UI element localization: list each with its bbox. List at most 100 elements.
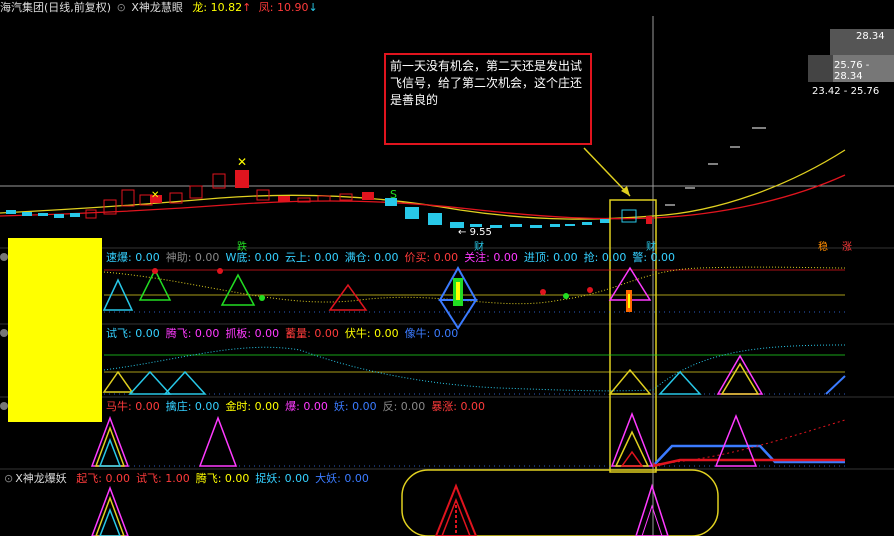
panel3-item-label: 妖: (333, 400, 349, 413)
tag-wen: 稳 (818, 242, 828, 253)
panel3-item-6: 暴涨: 0.00 (431, 400, 485, 413)
tag-zhang: 涨 (842, 242, 852, 253)
price-label-lower: 23.42 - 25.76 (812, 86, 880, 97)
panel4-item-label: 捉妖: (255, 472, 282, 485)
panel1-item-1: 神助: 0.00 (166, 251, 220, 264)
panel3-item-label: 爆: (285, 400, 300, 413)
panel1-item-value: 0.00 (310, 251, 339, 264)
panel1-item-label: 满仓: (344, 251, 371, 264)
panel3-item-value: 0.00 (299, 400, 328, 413)
panel2-item-1: 腾飞: 0.00 (166, 327, 220, 340)
panel1-item-value: 0.00 (598, 251, 627, 264)
panel1-indicator-row: 速爆: 0.00 神助: 0.00 W底: 0.00 云上: 0.00 满仓: 0.00… (106, 251, 681, 264)
panel4-item-0: 起飞: 0.00 (76, 472, 130, 485)
panel1-item-value: 0.00 (131, 251, 160, 264)
ma-line-red (0, 174, 846, 220)
price-label-mid: 25.76 - 28.34 (834, 60, 870, 82)
panel4-item-label: 试飞: (135, 472, 162, 485)
panel1-item-value: 0.00 (489, 251, 518, 264)
panel3-item-0: 马牛: 0.00 (106, 400, 160, 413)
panel4-item-value: 0.00 (221, 472, 250, 485)
panel4-item-value: 0.00 (281, 472, 310, 485)
panel4-item-label: 腾飞: (195, 472, 222, 485)
panel2-settings-icon[interactable] (0, 329, 8, 337)
panel1-item-value: 0.00 (251, 251, 280, 264)
panel2-item-label: 伏牛: (344, 327, 371, 340)
chart-header: 海汽集团(日线,前复权) ⊙ X神龙慧眼 龙: 10.82↑ 凤: 10.90↓ (0, 0, 318, 16)
panel1-item-label: W底: (225, 251, 252, 264)
panel3-item-5: 反: 0.00 (383, 400, 426, 413)
panel3-item-value: 0.00 (191, 400, 220, 413)
panel2-indicator-row: 试飞: 0.00 腾飞: 0.00 抓板: 0.00 蓄量: 0.00 伏牛: 0.00… (106, 327, 464, 340)
panel4-settings-icon[interactable]: ⊙ (4, 472, 13, 485)
indicator-name[interactable]: X神龙慧眼 (131, 1, 183, 14)
panel3-item-label: 擒庄: (165, 400, 192, 413)
phoenix-value: 10.90 (277, 1, 309, 14)
panel1-item-4: 满仓: 0.00 (345, 251, 399, 264)
panel1-item-7: 进顶: 0.00 (524, 251, 578, 264)
long-arrow: ↑ (242, 1, 252, 14)
panel2-item-label: 像牛: (404, 327, 431, 340)
panel2-item-3: 蓄量: 0.00 (285, 327, 339, 340)
panel2-item-value: 0.00 (191, 327, 220, 340)
phoenix-label: 凤: (258, 1, 274, 14)
panel2-item-value: 0.00 (370, 327, 399, 340)
panel3-item-label: 反: (382, 400, 398, 413)
panel3-item-value: 0.00 (251, 400, 280, 413)
panel1-item-5: 价买: 0.00 (404, 251, 458, 264)
panel2-item-label: 抓板: (225, 327, 252, 340)
panel4-indicator-row: ⊙ X神龙爆妖 起飞: 0.00 试飞: 1.00 腾飞: 0.00 捉妖: 0.00 大… (4, 472, 381, 485)
panel3-item-2: 金时: 0.00 (225, 400, 279, 413)
panel3-item-1: 擒庄: 0.00 (166, 400, 220, 413)
long-label: 龙: (192, 1, 208, 14)
panel1-item-3: 云上: 0.00 (285, 251, 339, 264)
panel3-settings-icon[interactable] (0, 402, 8, 410)
stock-title[interactable]: 海汽集团(日线,前复权) (0, 1, 111, 14)
panel1-item-label: 进顶: (523, 251, 550, 264)
panel1-item-value: 0.00 (370, 251, 399, 264)
panel3-indicator-row: 马牛: 0.00 擒庄: 0.00 金时: 0.00 爆: 0.00 妖: 0.00 反:… (106, 400, 491, 413)
panel2-item-value: 0.00 (430, 327, 459, 340)
panel2-item-value: 0.00 (310, 327, 339, 340)
panel1-item-9: 警: 0.00 (632, 251, 675, 264)
panel1-settings-icon[interactable] (0, 253, 8, 261)
panel1-item-value: 0.00 (549, 251, 578, 264)
annotation-text: 前一天没有机会，第二天还是发出试飞信号，给了第二次机会，这个庄还是善良的 (390, 59, 583, 107)
panel4-item-label: 起飞: (76, 472, 102, 485)
panel3-item-value: 0.00 (457, 400, 486, 413)
indicator-icon[interactable]: ⊙ (117, 1, 126, 14)
panel3-item-label: 马牛: (106, 400, 132, 413)
panel1-item-8: 抢: 0.00 (584, 251, 627, 264)
panel1-item-label: 速爆: (106, 251, 132, 264)
panel1-item-label: 价买: (404, 251, 431, 264)
panel4-item-label: 大妖: (315, 472, 341, 485)
price-label-top: 28.34 (856, 31, 885, 42)
panel2-item-4: 伏牛: 0.00 (345, 327, 399, 340)
panel2-item-label: 试飞: (106, 327, 132, 340)
panel3-item-label: 金时: (225, 400, 252, 413)
svg-text:✕: ✕ (237, 155, 247, 169)
low-price-marker: ← 9.55 (458, 227, 492, 238)
panel3-item-label: 暴涨: (431, 400, 458, 413)
panel2-item-value: 0.00 (131, 327, 160, 340)
panel4-name[interactable]: X神龙爆妖 (15, 472, 67, 485)
panel3-item-3: 爆: 0.00 (285, 400, 328, 413)
yellow-overlay-block (8, 238, 102, 422)
panel4-item-value: 0.00 (340, 472, 369, 485)
panel3-item-value: 0.00 (348, 400, 377, 413)
panel1-item-value: 0.00 (430, 251, 459, 264)
long-value: 10.82 (210, 1, 243, 14)
panel4-item-value: 1.00 (161, 472, 190, 485)
panel4-item-4: 大妖: 0.00 (315, 472, 369, 485)
panel2-item-5: 像牛: 0.00 (405, 327, 459, 340)
panel1-item-value: 0.00 (647, 251, 676, 264)
panel2-item-2: 抓板: 0.00 (225, 327, 279, 340)
panel1-item-2: W底: 0.00 (225, 251, 279, 264)
ma-line-yellow (0, 149, 846, 220)
svg-text:✕: ✕ (151, 190, 159, 201)
panel4-item-3: 捉妖: 0.00 (255, 472, 309, 485)
panel1-item-label: 云上: (285, 251, 311, 264)
phoenix-arrow: ↓ (308, 1, 318, 14)
panel4-item-value: 0.00 (101, 472, 130, 485)
panel2-item-label: 腾飞: (165, 327, 192, 340)
